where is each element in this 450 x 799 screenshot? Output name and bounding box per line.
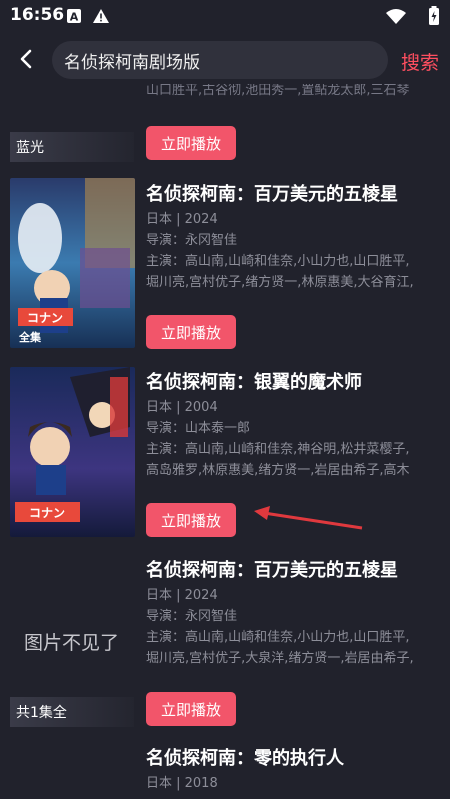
svg-text:コナン: コナン bbox=[27, 311, 63, 325]
movie-info[interactable]: 名侦探柯南：银翼的魔术师 日本 | 2004 导演：山本泰一郎 主演：高山南,山… bbox=[146, 368, 446, 481]
poster-image[interactable]: コナン bbox=[10, 367, 135, 537]
movie-cast-line: 主演：高山南,山崎和佳奈,小山力也,山口胜平, bbox=[146, 630, 410, 645]
episode-tag: 共1集全 bbox=[10, 697, 134, 727]
svg-text:A: A bbox=[70, 11, 79, 24]
play-now-button[interactable]: 立即播放 bbox=[146, 503, 236, 537]
poster-caption: 全集 bbox=[18, 330, 42, 344]
movie-cast-line: 主演：高山南,山崎和佳奈,小山力也,山口胜平, bbox=[146, 254, 410, 269]
play-now-button[interactable]: 立即播放 bbox=[146, 126, 236, 160]
letter-a-icon: A bbox=[67, 9, 81, 24]
movie-title: 名侦探柯南：银翼的魔术师 bbox=[146, 372, 362, 393]
search-input[interactable]: 名侦探柯南剧场版 bbox=[52, 41, 388, 79]
movie-director: 导演：永冈智佳 bbox=[146, 232, 238, 248]
previous-cast-tail: 山口胜平,古谷彻,池田秀一,置鲇龙太郎,三石琴 bbox=[146, 84, 410, 98]
play-now-button[interactable]: 立即播放 bbox=[146, 692, 236, 726]
status-time: 16:56 bbox=[10, 5, 65, 25]
result-list[interactable]: 山口胜平,古谷彻,池田秀一,置鲇龙太郎,三石琴 蓝光 立即播放 コナン 全集 名… bbox=[0, 84, 450, 799]
movie-director: 导演：永冈智佳 bbox=[146, 608, 238, 624]
battery-icon bbox=[429, 6, 439, 25]
warning-icon bbox=[93, 9, 109, 23]
movie-title: 名侦探柯南：零的执行人 bbox=[146, 748, 344, 769]
play-now-button[interactable]: 立即播放 bbox=[146, 315, 236, 349]
status-bar: 16:56 A bbox=[0, 0, 450, 32]
back-arrow-icon[interactable] bbox=[14, 46, 40, 72]
movie-cast-line: 堀川亮,宫村优子,绪方贤一,林原惠美,大谷育江, bbox=[146, 275, 414, 290]
quality-tag: 蓝光 bbox=[10, 132, 134, 162]
missing-poster-placeholder: 图片不见了 bbox=[24, 632, 120, 654]
movie-title: 名侦探柯南：百万美元的五棱星 bbox=[146, 184, 398, 205]
movie-info[interactable]: 名侦探柯南：零的执行人 日本 | 2018 bbox=[146, 744, 446, 795]
poster-image[interactable]: コナン 全集 bbox=[10, 178, 135, 348]
svg-text:コナン: コナン bbox=[29, 506, 65, 520]
movie-region-year: 日本 | 2004 bbox=[146, 400, 218, 415]
movie-cast-line: 主演：高山南,山崎和佳奈,神谷明,松井菜樱子, bbox=[146, 442, 410, 457]
app-bar: 名侦探柯南剧场版 搜索 bbox=[0, 36, 450, 84]
movie-region-year: 日本 | 2024 bbox=[146, 588, 218, 603]
wifi-icon bbox=[386, 9, 406, 24]
red-arrow-annotation bbox=[254, 506, 363, 530]
movie-region-year: 日本 | 2018 bbox=[146, 776, 218, 791]
search-query: 名侦探柯南剧场版 bbox=[64, 52, 200, 73]
movie-info[interactable]: 名侦探柯南：百万美元的五棱星 日本 | 2024 导演：永冈智佳 主演：高山南,… bbox=[146, 180, 446, 293]
movie-region-year: 日本 | 2024 bbox=[146, 212, 218, 227]
movie-info[interactable]: 名侦探柯南：百万美元的五棱星 日本 | 2024 导演：永冈智佳 主演：高山南,… bbox=[146, 556, 446, 669]
movie-cast-line: 堀川亮,宫村优子,大泉洋,绪方贤一,岩居由希子, bbox=[146, 651, 414, 666]
search-button[interactable]: 搜索 bbox=[401, 48, 439, 75]
movie-director: 导演：山本泰一郎 bbox=[146, 420, 251, 436]
movie-title: 名侦探柯南：百万美元的五棱星 bbox=[146, 560, 398, 581]
movie-cast-line: 高岛雅罗,林原惠美,绪方贤一,岩居由希子,高木 bbox=[146, 463, 410, 478]
